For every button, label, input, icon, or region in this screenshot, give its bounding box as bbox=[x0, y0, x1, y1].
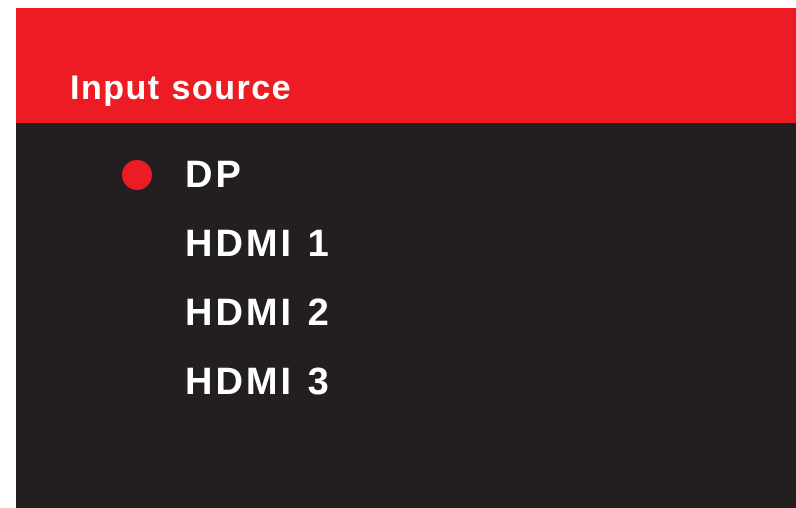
menu-header: Input source bbox=[16, 8, 796, 123]
input-source-list: DP HDMI 1 HDMI 2 HDMI 3 bbox=[16, 123, 796, 508]
source-option-label: HDMI 1 bbox=[185, 223, 332, 265]
input-source-menu: Input source DP HDMI 1 HDMI 2 HDMI 3 bbox=[16, 8, 796, 508]
source-option-dp[interactable]: DP bbox=[16, 145, 796, 207]
source-option-label: DP bbox=[185, 154, 244, 196]
source-option-hdmi-1[interactable]: HDMI 1 bbox=[16, 214, 796, 276]
source-option-label: HDMI 2 bbox=[185, 292, 332, 334]
selected-dot-icon bbox=[122, 160, 152, 190]
menu-title: Input source bbox=[70, 69, 293, 107]
source-option-hdmi-3[interactable]: HDMI 3 bbox=[16, 352, 796, 414]
source-option-hdmi-2[interactable]: HDMI 2 bbox=[16, 283, 796, 345]
source-option-label: HDMI 3 bbox=[185, 361, 332, 403]
